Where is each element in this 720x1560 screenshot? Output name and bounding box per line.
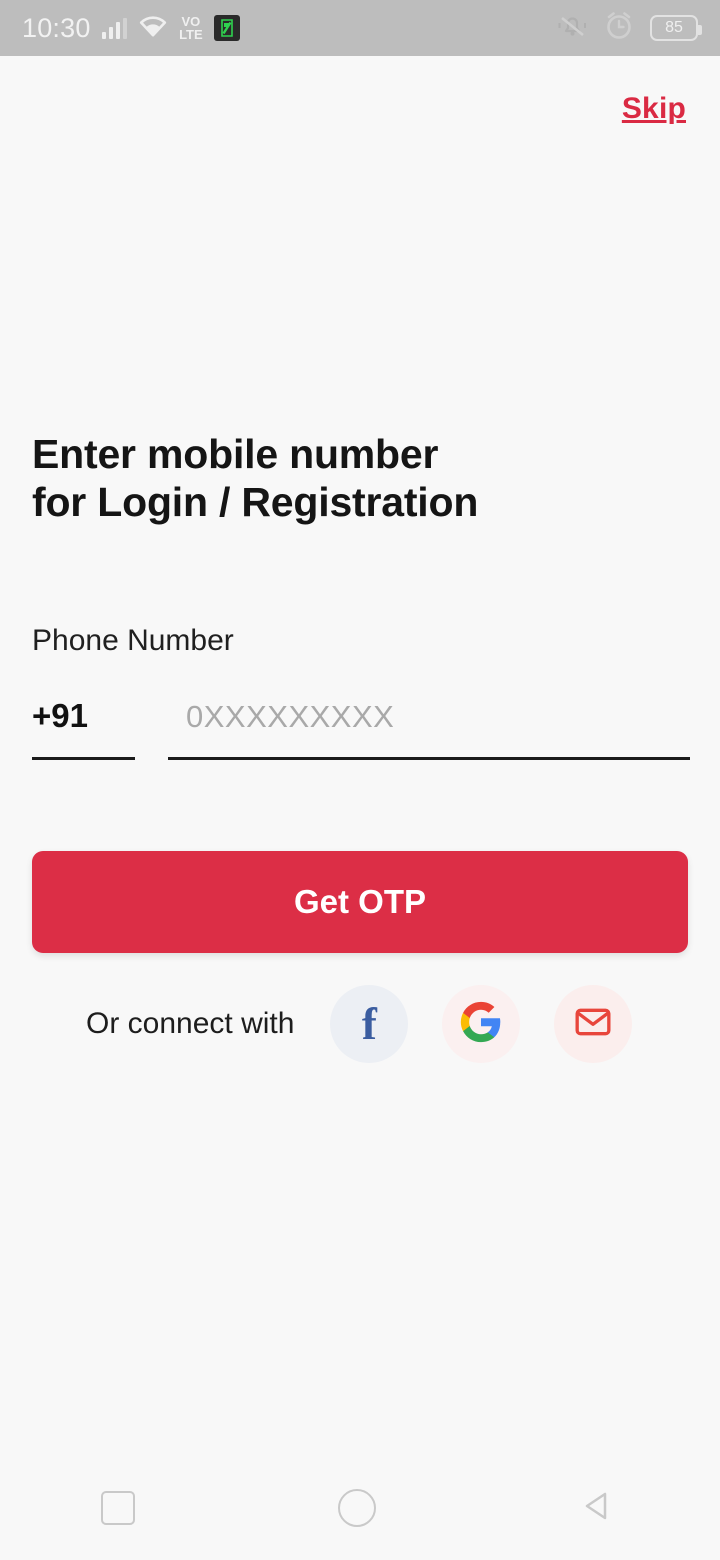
get-otp-button[interactable]: Get OTP xyxy=(32,851,688,953)
social-login-row: Or connect with f xyxy=(86,985,646,1063)
bell-muted-icon xyxy=(556,13,588,44)
app-notification-icon xyxy=(213,15,240,41)
page-title: Enter mobile number for Login / Registra… xyxy=(32,430,672,526)
social-login-label: Or connect with xyxy=(86,1007,295,1040)
alarm-clock-icon xyxy=(604,11,634,46)
volte-indicator: VO LTE xyxy=(179,14,203,42)
triangle-back-icon[interactable] xyxy=(579,1486,619,1531)
wifi-icon xyxy=(138,14,168,42)
google-login-button[interactable] xyxy=(442,985,521,1063)
battery-indicator: 85 xyxy=(650,15,702,41)
phone-number-underline xyxy=(168,757,690,760)
android-nav-bar xyxy=(0,1456,720,1560)
country-code-selector[interactable]: +91 xyxy=(32,697,135,735)
cellular-signal-icon xyxy=(101,17,128,39)
page-title-line2-bold: Login / Registration xyxy=(97,479,479,525)
app-screen: 10:30 VO LTE 85 Skip Enter mobile number… xyxy=(0,0,720,1560)
square-recents-icon[interactable] xyxy=(101,1491,136,1525)
facebook-login-button[interactable]: f xyxy=(330,985,409,1063)
envelope-icon xyxy=(573,1002,613,1047)
phone-number-input[interactable]: 0XXXXXXXXX xyxy=(186,699,394,735)
google-icon xyxy=(459,1000,503,1049)
status-bar-clock: 10:30 xyxy=(22,12,91,43)
page-title-line1: Enter mobile number xyxy=(32,431,439,477)
status-bar-right: 85 xyxy=(556,11,702,46)
status-bar-left: 10:30 VO LTE xyxy=(22,13,240,44)
skip-link[interactable]: Skip xyxy=(622,92,686,126)
page-title-line2-prefix: for xyxy=(32,479,98,525)
circle-home-icon[interactable] xyxy=(337,1489,376,1527)
country-code-underline xyxy=(32,757,135,760)
phone-number-label: Phone Number xyxy=(32,624,234,657)
facebook-icon: f xyxy=(361,998,377,1049)
email-login-button[interactable] xyxy=(554,985,633,1063)
status-bar: 10:30 VO LTE 85 xyxy=(0,0,720,56)
